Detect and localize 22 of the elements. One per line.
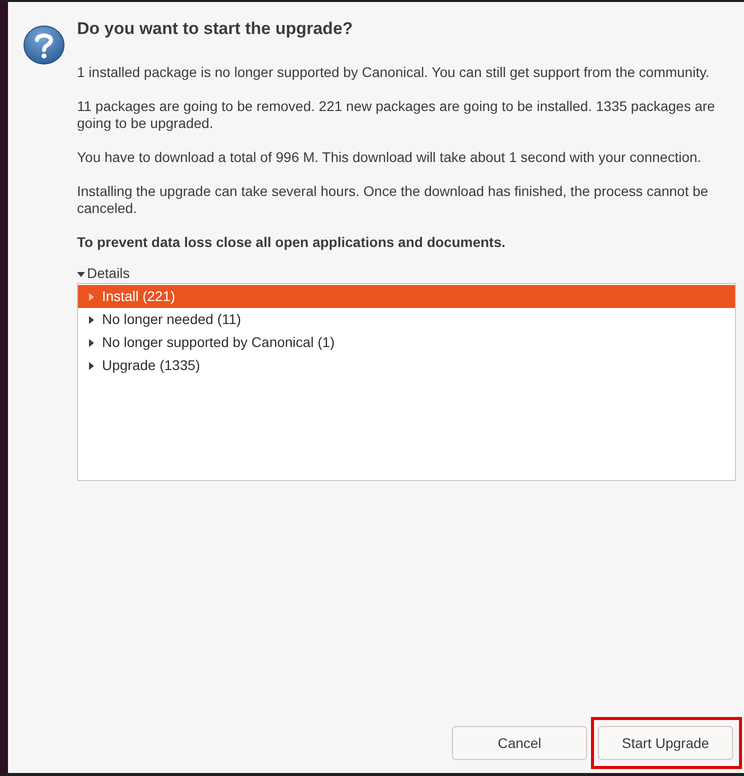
expand-arrow-icon[interactable]	[87, 338, 95, 346]
tree-row[interactable]: No longer supported by Canonical (1)	[78, 331, 735, 354]
message-text: 11 packages are going to be removed. 221 new packages are going to be installed. 1335 packages are going to be upgraded.	[77, 98, 716, 132]
collapse-arrow-icon[interactable]	[77, 270, 85, 278]
dialog-title: Do you want to start the upgrade?	[77, 18, 354, 40]
warning-text: To prevent data loss close all open applications and documents.	[77, 234, 506, 251]
details-expander[interactable]: Details	[77, 265, 130, 282]
message-text: You have to download a total of 996 M. This download will take about 1 second with your connection.	[77, 149, 702, 166]
message-text: Installing the upgrade can take several hours. Once the download has finished, the process cannot be canceled.	[77, 183, 710, 217]
tree-row[interactable]: Install (221)	[78, 285, 735, 308]
message-text: 1 installed package is no longer supported by Canonical. You can still get support from the community.	[77, 64, 710, 81]
row-label: No longer supported by Canonical (1)	[102, 333, 335, 352]
dialog-button[interactable]: Start Upgrade	[598, 726, 733, 760]
question-icon	[22, 25, 64, 65]
dialog-button[interactable]: Cancel	[452, 726, 587, 760]
tree-row[interactable]: No longer needed (11)	[78, 308, 735, 331]
tree-row[interactable]: Upgrade (1335)	[78, 354, 735, 377]
row-label: Install (221)	[102, 287, 176, 306]
row-label: Upgrade (1335)	[102, 356, 200, 375]
row-label: No longer needed (11)	[102, 310, 242, 329]
expand-arrow-icon[interactable]	[87, 316, 95, 324]
expand-arrow-icon[interactable]	[87, 362, 95, 370]
